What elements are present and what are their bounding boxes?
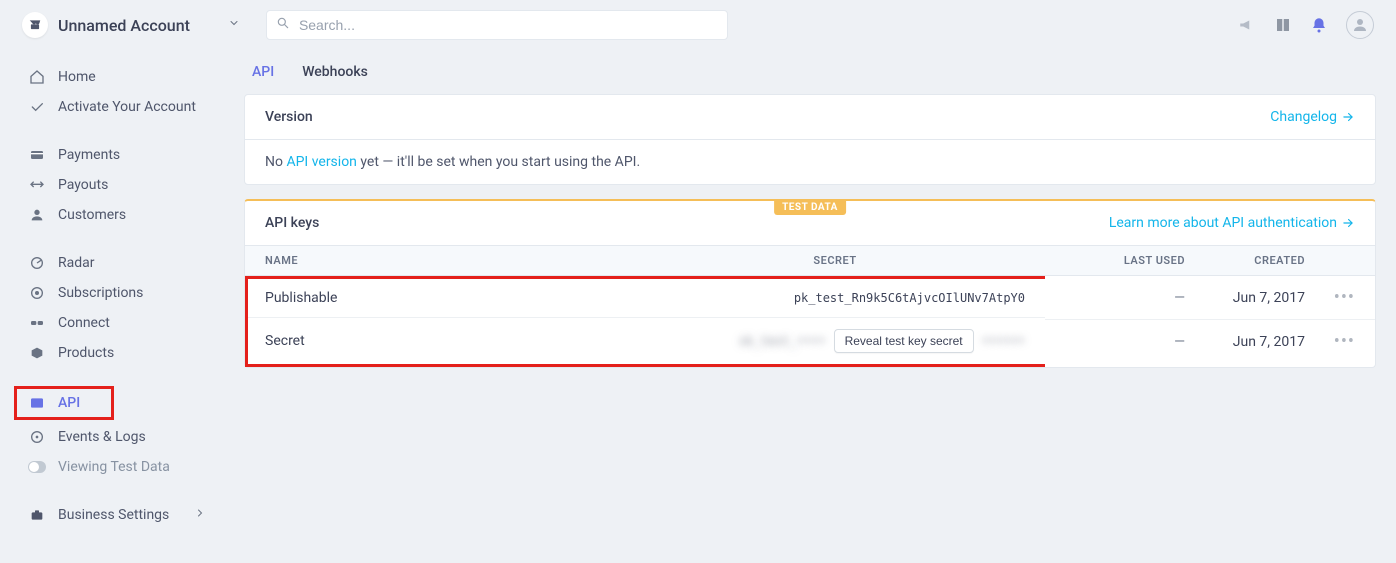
sidebar-item-api[interactable]: API: [14, 386, 114, 420]
col-created: CREATED: [1185, 254, 1305, 267]
nav-label: API: [58, 395, 80, 411]
sidebar-item-business[interactable]: Business Settings: [0, 500, 224, 530]
sidebar-item-customers[interactable]: Customers: [0, 200, 224, 230]
refresh-icon: [28, 285, 46, 301]
sidebar-item-subscriptions[interactable]: Subscriptions: [0, 278, 224, 308]
api-version-link[interactable]: API version: [286, 154, 356, 170]
bell-icon[interactable]: [1310, 16, 1328, 34]
nav-label: Subscriptions: [58, 285, 143, 301]
tab-api[interactable]: API: [252, 64, 274, 80]
nav-label: Payments: [58, 147, 120, 163]
nav-label: Events & Logs: [58, 429, 146, 445]
book-icon[interactable]: [1274, 16, 1292, 34]
nav-label: Activate Your Account: [58, 99, 196, 115]
arrow-right-icon: [1341, 216, 1355, 230]
key-name: Secret: [265, 333, 605, 349]
account-switcher[interactable]: Unnamed Account: [22, 12, 240, 38]
highlighted-keys-region: Publishable pk_test_Rn9k5C6tAjvcOIlUNv7A…: [245, 276, 1045, 367]
arrow-right-icon: [194, 507, 206, 523]
changelog-link[interactable]: Changelog: [1270, 109, 1355, 125]
api-keys-title: API keys: [265, 215, 319, 231]
home-icon: [28, 69, 46, 85]
nav-label: Business Settings: [58, 507, 169, 523]
reveal-secret-button[interactable]: Reveal test key secret: [834, 329, 974, 353]
person-icon: [28, 207, 46, 223]
col-secret: SECRET: [625, 254, 1045, 267]
version-card: Version Changelog No API version yet — i…: [244, 94, 1376, 185]
sidebar-item-home[interactable]: Home: [0, 62, 224, 92]
changelog-label: Changelog: [1270, 109, 1337, 125]
nav-label: Viewing Test Data: [58, 459, 170, 475]
version-title: Version: [265, 109, 313, 125]
key-name: Publishable: [265, 290, 605, 306]
chevron-down-icon: [228, 17, 240, 33]
test-data-badge: TEST DATA: [774, 200, 846, 215]
sidebar-item-payments[interactable]: Payments: [0, 140, 224, 170]
search-input[interactable]: [266, 10, 728, 40]
version-body: No API version yet — it'll be set when y…: [245, 140, 1375, 184]
learn-more-label: Learn more about API authentication: [1109, 215, 1337, 231]
nav-label: Payouts: [58, 177, 108, 193]
col-last-used: LAST USED: [1045, 254, 1185, 267]
table-header: NAME SECRET LAST USED CREATED: [245, 245, 1375, 276]
sidebar-item-radar[interactable]: Radar: [0, 248, 224, 278]
sidebar-item-events[interactable]: Events & Logs: [0, 422, 224, 452]
key-last-used: —: [1045, 290, 1185, 306]
nav-label: Radar: [58, 255, 95, 271]
box-icon: [28, 345, 46, 361]
megaphone-icon[interactable]: [1238, 16, 1256, 34]
sidebar-item-viewing-test[interactable]: Viewing Test Data: [0, 452, 224, 482]
nav-label: Products: [58, 345, 114, 361]
row-more-button[interactable]: •••: [1305, 287, 1355, 308]
radar-icon: [28, 255, 46, 271]
store-icon: [22, 12, 48, 38]
api-keys-card: TEST DATA API keys Learn more about API …: [244, 199, 1376, 368]
tabs: API Webhooks: [244, 50, 1376, 94]
check-icon: [28, 99, 46, 115]
version-body-suffix: yet — it'll be set when you start using …: [357, 154, 640, 170]
target-icon: [28, 429, 46, 445]
sidebar: Home Activate Your Account Payments Payo…: [0, 50, 224, 548]
nav-label: Home: [58, 69, 96, 85]
key-created: Jun 7, 2017: [1185, 290, 1305, 306]
nav-label: Connect: [58, 315, 110, 331]
credit-card-icon: [28, 147, 46, 163]
sidebar-item-connect[interactable]: Connect: [0, 308, 224, 338]
terminal-icon: [28, 395, 46, 411]
nav-label: Customers: [58, 207, 126, 223]
arrow-right-icon: [1341, 110, 1355, 124]
connect-icon: [28, 315, 46, 331]
key-last-used: —: [1045, 334, 1185, 350]
key-secret-masked-right: ••••••: [982, 334, 1025, 348]
toggle-icon: [28, 461, 46, 473]
key-created: Jun 7, 2017: [1185, 334, 1305, 350]
briefcase-icon: [28, 507, 46, 523]
tab-webhooks[interactable]: Webhooks: [302, 64, 368, 80]
sidebar-item-products[interactable]: Products: [0, 338, 224, 368]
transfer-icon: [28, 177, 46, 193]
key-secret-masked-left: sk_test_••••: [739, 334, 826, 348]
sidebar-item-activate[interactable]: Activate Your Account: [0, 92, 224, 122]
learn-more-link[interactable]: Learn more about API authentication: [1109, 215, 1355, 231]
version-body-prefix: No: [265, 154, 286, 170]
sidebar-item-payouts[interactable]: Payouts: [0, 170, 224, 200]
key-secret-value[interactable]: pk_test_Rn9k5C6tAjvcOIlUNv7AtpY0: [605, 291, 1025, 305]
row-more-button[interactable]: •••: [1305, 331, 1355, 352]
col-name: NAME: [265, 254, 625, 267]
search-icon: [276, 16, 290, 34]
account-name: Unnamed Account: [58, 16, 190, 35]
avatar[interactable]: [1346, 11, 1374, 39]
